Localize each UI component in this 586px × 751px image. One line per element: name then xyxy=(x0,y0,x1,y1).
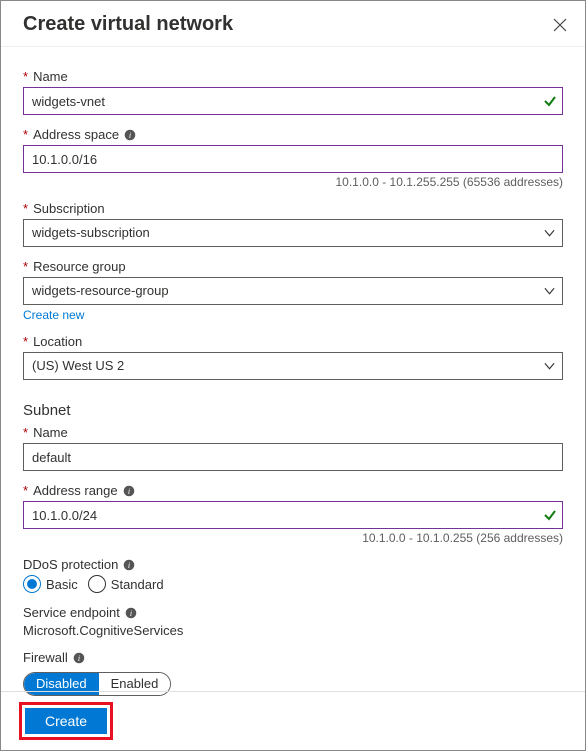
highlight-annotation: Create xyxy=(19,702,113,740)
create-new-link[interactable]: Create new xyxy=(23,308,84,322)
address-space-hint: 10.1.0.0 - 10.1.255.255 (65536 addresses… xyxy=(23,175,563,189)
name-input[interactable] xyxy=(23,87,563,115)
field-address-space: * Address space i 10.1.0.0 - 10.1.255.25… xyxy=(23,127,563,189)
subscription-select[interactable]: widgets-subscription xyxy=(23,219,563,247)
info-icon[interactable]: i xyxy=(125,607,137,619)
label-resource-group: * Resource group xyxy=(23,259,563,274)
location-select[interactable]: (US) West US 2 xyxy=(23,352,563,380)
info-icon[interactable]: i xyxy=(123,559,135,571)
service-endpoint-value: Microsoft.CognitiveServices xyxy=(23,623,563,638)
field-subscription: * Subscription widgets-subscription xyxy=(23,201,563,247)
radio-standard[interactable]: Standard xyxy=(88,575,164,593)
form-content: * Name * Address space i 10.1.0.0 - 10.1… xyxy=(1,47,585,696)
label-subscription: * Subscription xyxy=(23,201,563,216)
label-address-range: * Address range i xyxy=(23,483,563,498)
field-ddos: DDoS protection i Basic Standard xyxy=(23,557,563,593)
address-range-hint: 10.1.0.0 - 10.1.0.255 (256 addresses) xyxy=(23,531,563,545)
panel-footer: Create xyxy=(1,691,585,750)
radio-basic[interactable]: Basic xyxy=(23,575,78,593)
label-service-endpoint: Service endpoint i xyxy=(23,605,563,620)
info-icon[interactable]: i xyxy=(73,652,85,664)
field-name: * Name xyxy=(23,69,563,115)
panel-header: Create virtual network xyxy=(1,1,585,47)
address-range-input[interactable] xyxy=(23,501,563,529)
field-resource-group: * Resource group widgets-resource-group … xyxy=(23,259,563,322)
field-address-range: * Address range i 10.1.0.0 - 10.1.0.255 … xyxy=(23,483,563,545)
panel-title: Create virtual network xyxy=(23,13,233,36)
check-icon xyxy=(543,508,557,522)
radio-icon xyxy=(23,575,41,593)
field-firewall: Firewall i Disabled Enabled xyxy=(23,650,563,696)
info-icon[interactable]: i xyxy=(123,485,135,497)
info-icon[interactable]: i xyxy=(124,129,136,141)
field-location: * Location (US) West US 2 xyxy=(23,334,563,380)
check-icon xyxy=(543,94,557,108)
svg-text:i: i xyxy=(128,487,130,496)
label-address-space: * Address space i xyxy=(23,127,563,142)
svg-text:i: i xyxy=(130,609,132,618)
label-location: * Location xyxy=(23,334,563,349)
svg-text:i: i xyxy=(129,131,131,140)
radio-icon xyxy=(88,575,106,593)
create-button[interactable]: Create xyxy=(25,708,107,734)
subnet-name-input[interactable] xyxy=(23,443,563,471)
subnet-heading: Subnet xyxy=(23,402,563,419)
svg-text:i: i xyxy=(128,561,130,570)
label-firewall: Firewall i xyxy=(23,650,563,665)
label-subnet-name: * Name xyxy=(23,425,563,440)
label-name: * Name xyxy=(23,69,563,84)
address-space-input[interactable] xyxy=(23,145,563,173)
resource-group-select[interactable]: widgets-resource-group xyxy=(23,277,563,305)
close-icon[interactable] xyxy=(553,18,567,32)
field-service-endpoint: Service endpoint i Microsoft.CognitiveSe… xyxy=(23,605,563,638)
field-subnet-name: * Name xyxy=(23,425,563,471)
label-ddos: DDoS protection i xyxy=(23,557,563,572)
svg-text:i: i xyxy=(78,654,80,663)
